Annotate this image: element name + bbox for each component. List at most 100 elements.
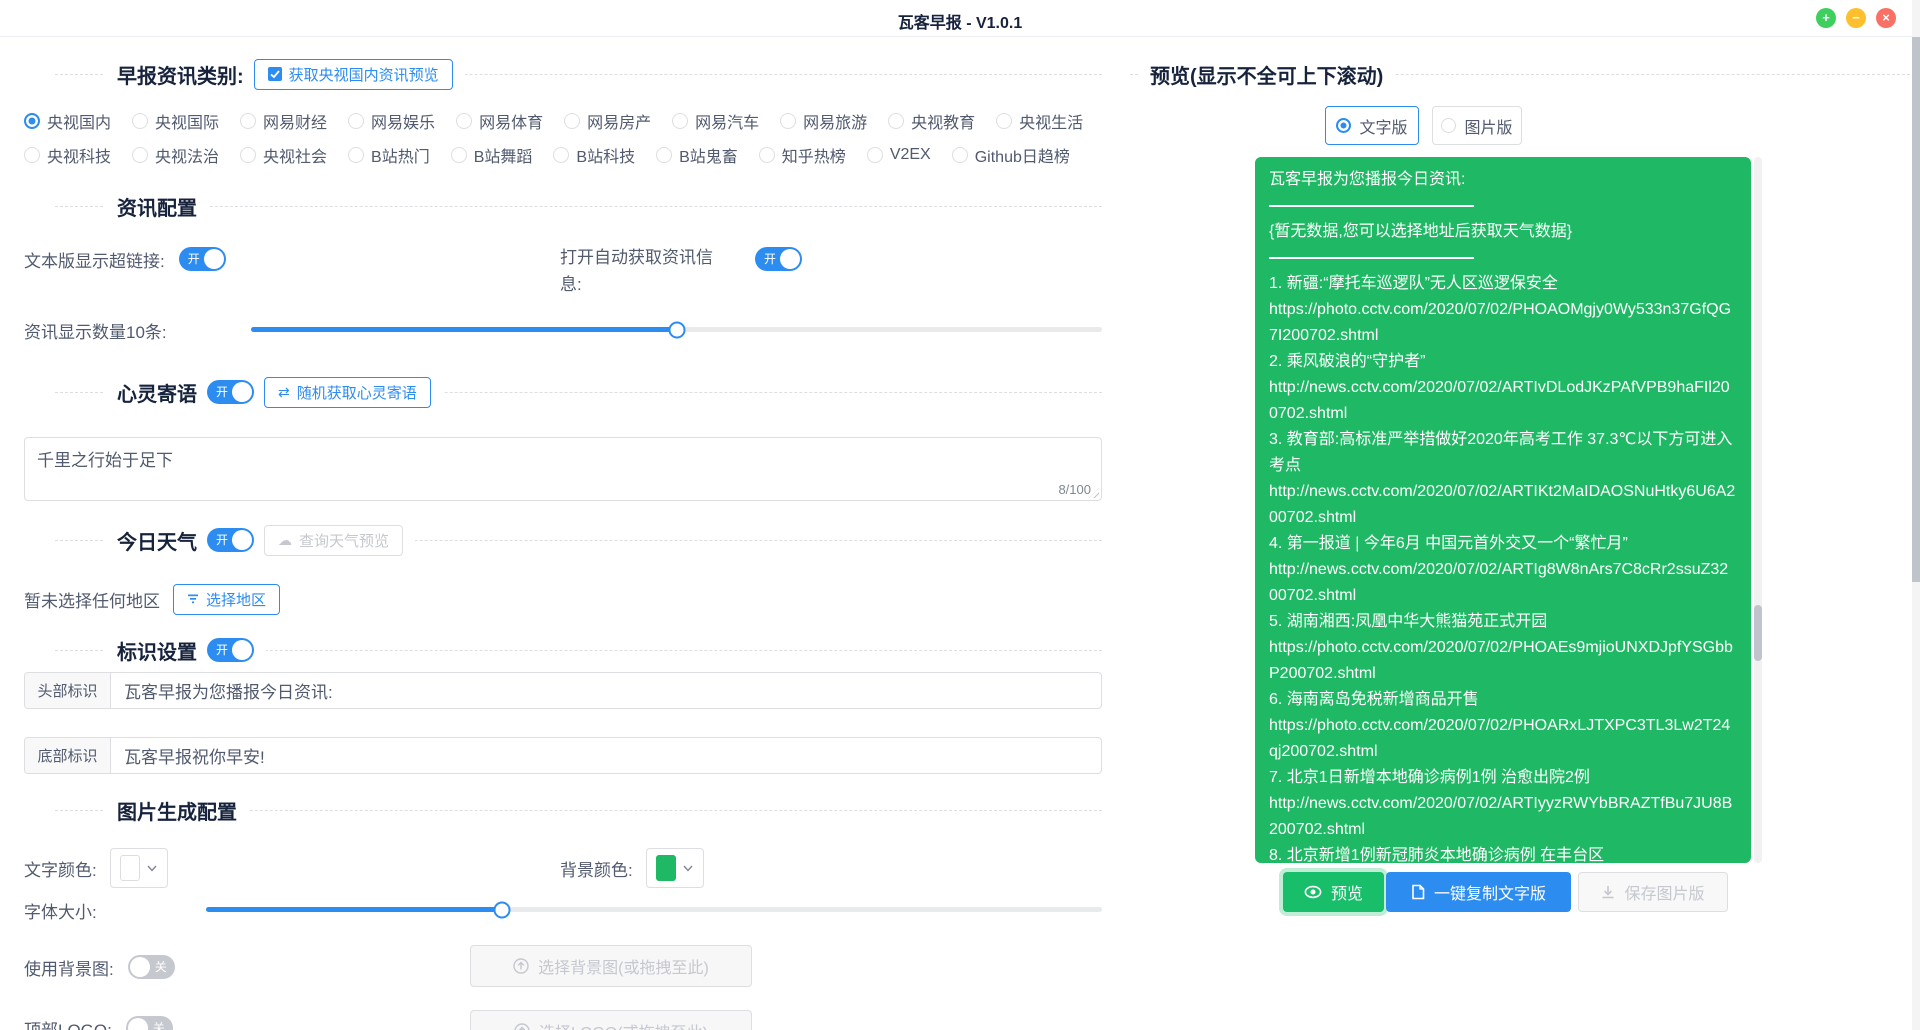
slider-fill [206, 907, 502, 912]
save-image-button[interactable]: 保存图片版 [1578, 872, 1728, 912]
quote-textarea[interactable]: 千里之行始于足下 8/100 [24, 437, 1102, 501]
radio-icon [348, 147, 364, 163]
toggle-knob [232, 382, 252, 402]
close-button[interactable]: × [1876, 8, 1896, 28]
select-logo-button[interactable]: 选择LOGO(或拖拽至此) [470, 1010, 752, 1030]
fontsize-slider-handle[interactable] [493, 901, 510, 918]
news-title: 4. 第一报道 | 今年6月 中国元首外交又一个“繁忙月” [1269, 531, 1737, 557]
radio-selected-icon [1336, 118, 1351, 133]
category-option[interactable]: 网易体育 [456, 109, 543, 133]
quote-section-title: 心灵寄语 [117, 378, 197, 407]
autofetch-label: 打开自动获取资讯信息: [560, 244, 730, 298]
logo-toggle[interactable]: 关 [126, 1016, 173, 1030]
radio-icon [759, 147, 775, 163]
copy-text-button[interactable]: 一键复制文字版 [1386, 872, 1571, 912]
category-option[interactable]: 网易旅游 [780, 109, 867, 133]
window-scrollbar-thumb[interactable] [1912, 37, 1920, 582]
fontsize-slider[interactable] [206, 907, 1102, 912]
window-scrollbar[interactable] [1912, 0, 1920, 1030]
category-section-header: 早报资讯类别: 获取央视国内资讯预览 [55, 57, 1102, 91]
count-slider[interactable] [251, 327, 1102, 332]
download-icon [1601, 885, 1615, 899]
maximize-button[interactable]: + [1816, 8, 1836, 28]
preview-scrollbar[interactable] [1754, 157, 1762, 863]
text-color-select[interactable] [110, 848, 168, 888]
news-title: 7. 北京1日新增本地确诊病例1例 治愈出院2例 [1269, 765, 1737, 791]
use-bg-toggle[interactable]: 关 [128, 955, 175, 979]
tab-image-version[interactable]: 图片版 [1432, 106, 1522, 145]
preview-scrollbar-thumb[interactable] [1754, 605, 1762, 661]
category-option[interactable]: V2EX [867, 146, 931, 164]
weather-toggle[interactable]: 开 [207, 528, 254, 552]
slider-fill [251, 327, 677, 332]
news-url: https://photo.cctv.com/2020/07/02/PHOAEs… [1269, 635, 1737, 687]
radio-icon [952, 147, 968, 163]
category-option[interactable]: 央视生活 [996, 109, 1083, 133]
category-option[interactable]: 央视国内 [24, 109, 111, 133]
radio-icon [132, 147, 148, 163]
category-option[interactable]: 央视法治 [132, 143, 219, 167]
radio-icon [451, 147, 467, 163]
text-color-label: 文字颜色: [24, 856, 97, 881]
weather-section-header: 今日天气 开 ☁ 查询天气预览 [55, 523, 1102, 557]
chevron-down-icon [147, 865, 157, 872]
category-option[interactable]: 网易房产 [564, 109, 651, 133]
category-option[interactable]: 央视国际 [132, 109, 219, 133]
marks-section-header: 标识设置 开 [55, 633, 1102, 667]
radio-icon [553, 147, 569, 163]
category-option[interactable]: B站舞蹈 [451, 143, 533, 167]
fetch-preview-button[interactable]: 获取央视国内资讯预览 [254, 59, 453, 90]
tab-text-version[interactable]: 文字版 [1325, 106, 1419, 145]
radio-icon [780, 113, 796, 129]
news-url: http://news.cctv.com/2020/07/02/ARTIKt2M… [1269, 479, 1737, 531]
quote-toggle[interactable]: 开 [207, 380, 254, 404]
autofetch-toggle[interactable]: 开 [755, 247, 802, 271]
category-row-2: 央视科技 央视法治 央视社会 B站热门 B站舞蹈 B站科技 B站鬼畜 知乎热榜 … [24, 142, 1070, 168]
category-option[interactable]: 央视社会 [240, 143, 327, 167]
category-option[interactable]: 知乎热榜 [759, 143, 846, 167]
marks-toggle[interactable]: 开 [207, 638, 254, 662]
category-option[interactable]: 央视教育 [888, 109, 975, 133]
shuffle-icon: ⇄ [278, 384, 290, 401]
radio-icon [672, 113, 688, 129]
check-square-icon [268, 67, 282, 81]
category-option[interactable]: 网易财经 [240, 109, 327, 133]
select-region-button[interactable]: 选择地区 [173, 584, 280, 615]
header-mark-input[interactable]: 瓦客早报为您播报今日资讯: [111, 673, 1101, 708]
news-url: https://photo.cctv.com/2020/07/02/PHOARx… [1269, 713, 1737, 765]
news-title: 2. 乘风破浪的“守护者” [1269, 349, 1737, 375]
category-option[interactable]: 网易娱乐 [348, 109, 435, 133]
count-slider-handle[interactable] [668, 321, 685, 338]
use-bg-label: 使用背景图: [24, 955, 114, 980]
toggle-knob [128, 1018, 148, 1030]
footer-mark-input[interactable]: 瓦客早报祝你早安! [111, 738, 1101, 773]
random-quote-button[interactable]: ⇄ 随机获取心灵寄语 [264, 377, 431, 408]
titlebar: 瓦客早报 - V1.0.1 + − × [0, 0, 1920, 37]
preview-divider [1269, 245, 1737, 271]
upload-icon [513, 958, 529, 974]
quote-section-header: 心灵寄语 开 ⇄ 随机获取心灵寄语 [55, 375, 1102, 409]
category-option[interactable]: 央视科技 [24, 143, 111, 167]
hyperlink-toggle[interactable]: 开 [179, 247, 226, 271]
quote-text: 千里之行始于足下 [25, 438, 1101, 479]
bg-color-select[interactable] [646, 848, 704, 888]
category-option[interactable]: Github日趋榜 [952, 143, 1070, 167]
radio-icon [24, 147, 40, 163]
weather-query-button[interactable]: ☁ 查询天气预览 [264, 525, 403, 556]
radio-icon [240, 113, 256, 129]
select-bg-button[interactable]: 选择背景图(或拖拽至此) [470, 945, 752, 987]
radio-icon [656, 147, 672, 163]
category-option[interactable]: B站鬼畜 [656, 143, 738, 167]
category-option[interactable]: 网易汽车 [672, 109, 759, 133]
weather-section-title: 今日天气 [117, 526, 197, 555]
count-label-row: 资讯显示数量10条: [24, 316, 167, 344]
news-title: 5. 湖南湘西:凤凰中华大熊猫苑正式开园 [1269, 609, 1737, 635]
category-option[interactable]: B站科技 [553, 143, 635, 167]
preview-button[interactable]: 预览 [1283, 872, 1384, 912]
minimize-button[interactable]: − [1846, 8, 1866, 28]
category-option[interactable]: B站热门 [348, 143, 430, 167]
news-url: https://photo.cctv.com/2020/07/02/PHOAOM… [1269, 297, 1737, 349]
hyperlink-toggle-row: 文本版显示超链接: 开 [24, 245, 226, 273]
preview-panel[interactable]: 瓦客早报为您播报今日资讯: {暂无数据,您可以选择地址后获取天气数据} 1. 新… [1255, 157, 1751, 863]
toggle-knob [130, 957, 150, 977]
